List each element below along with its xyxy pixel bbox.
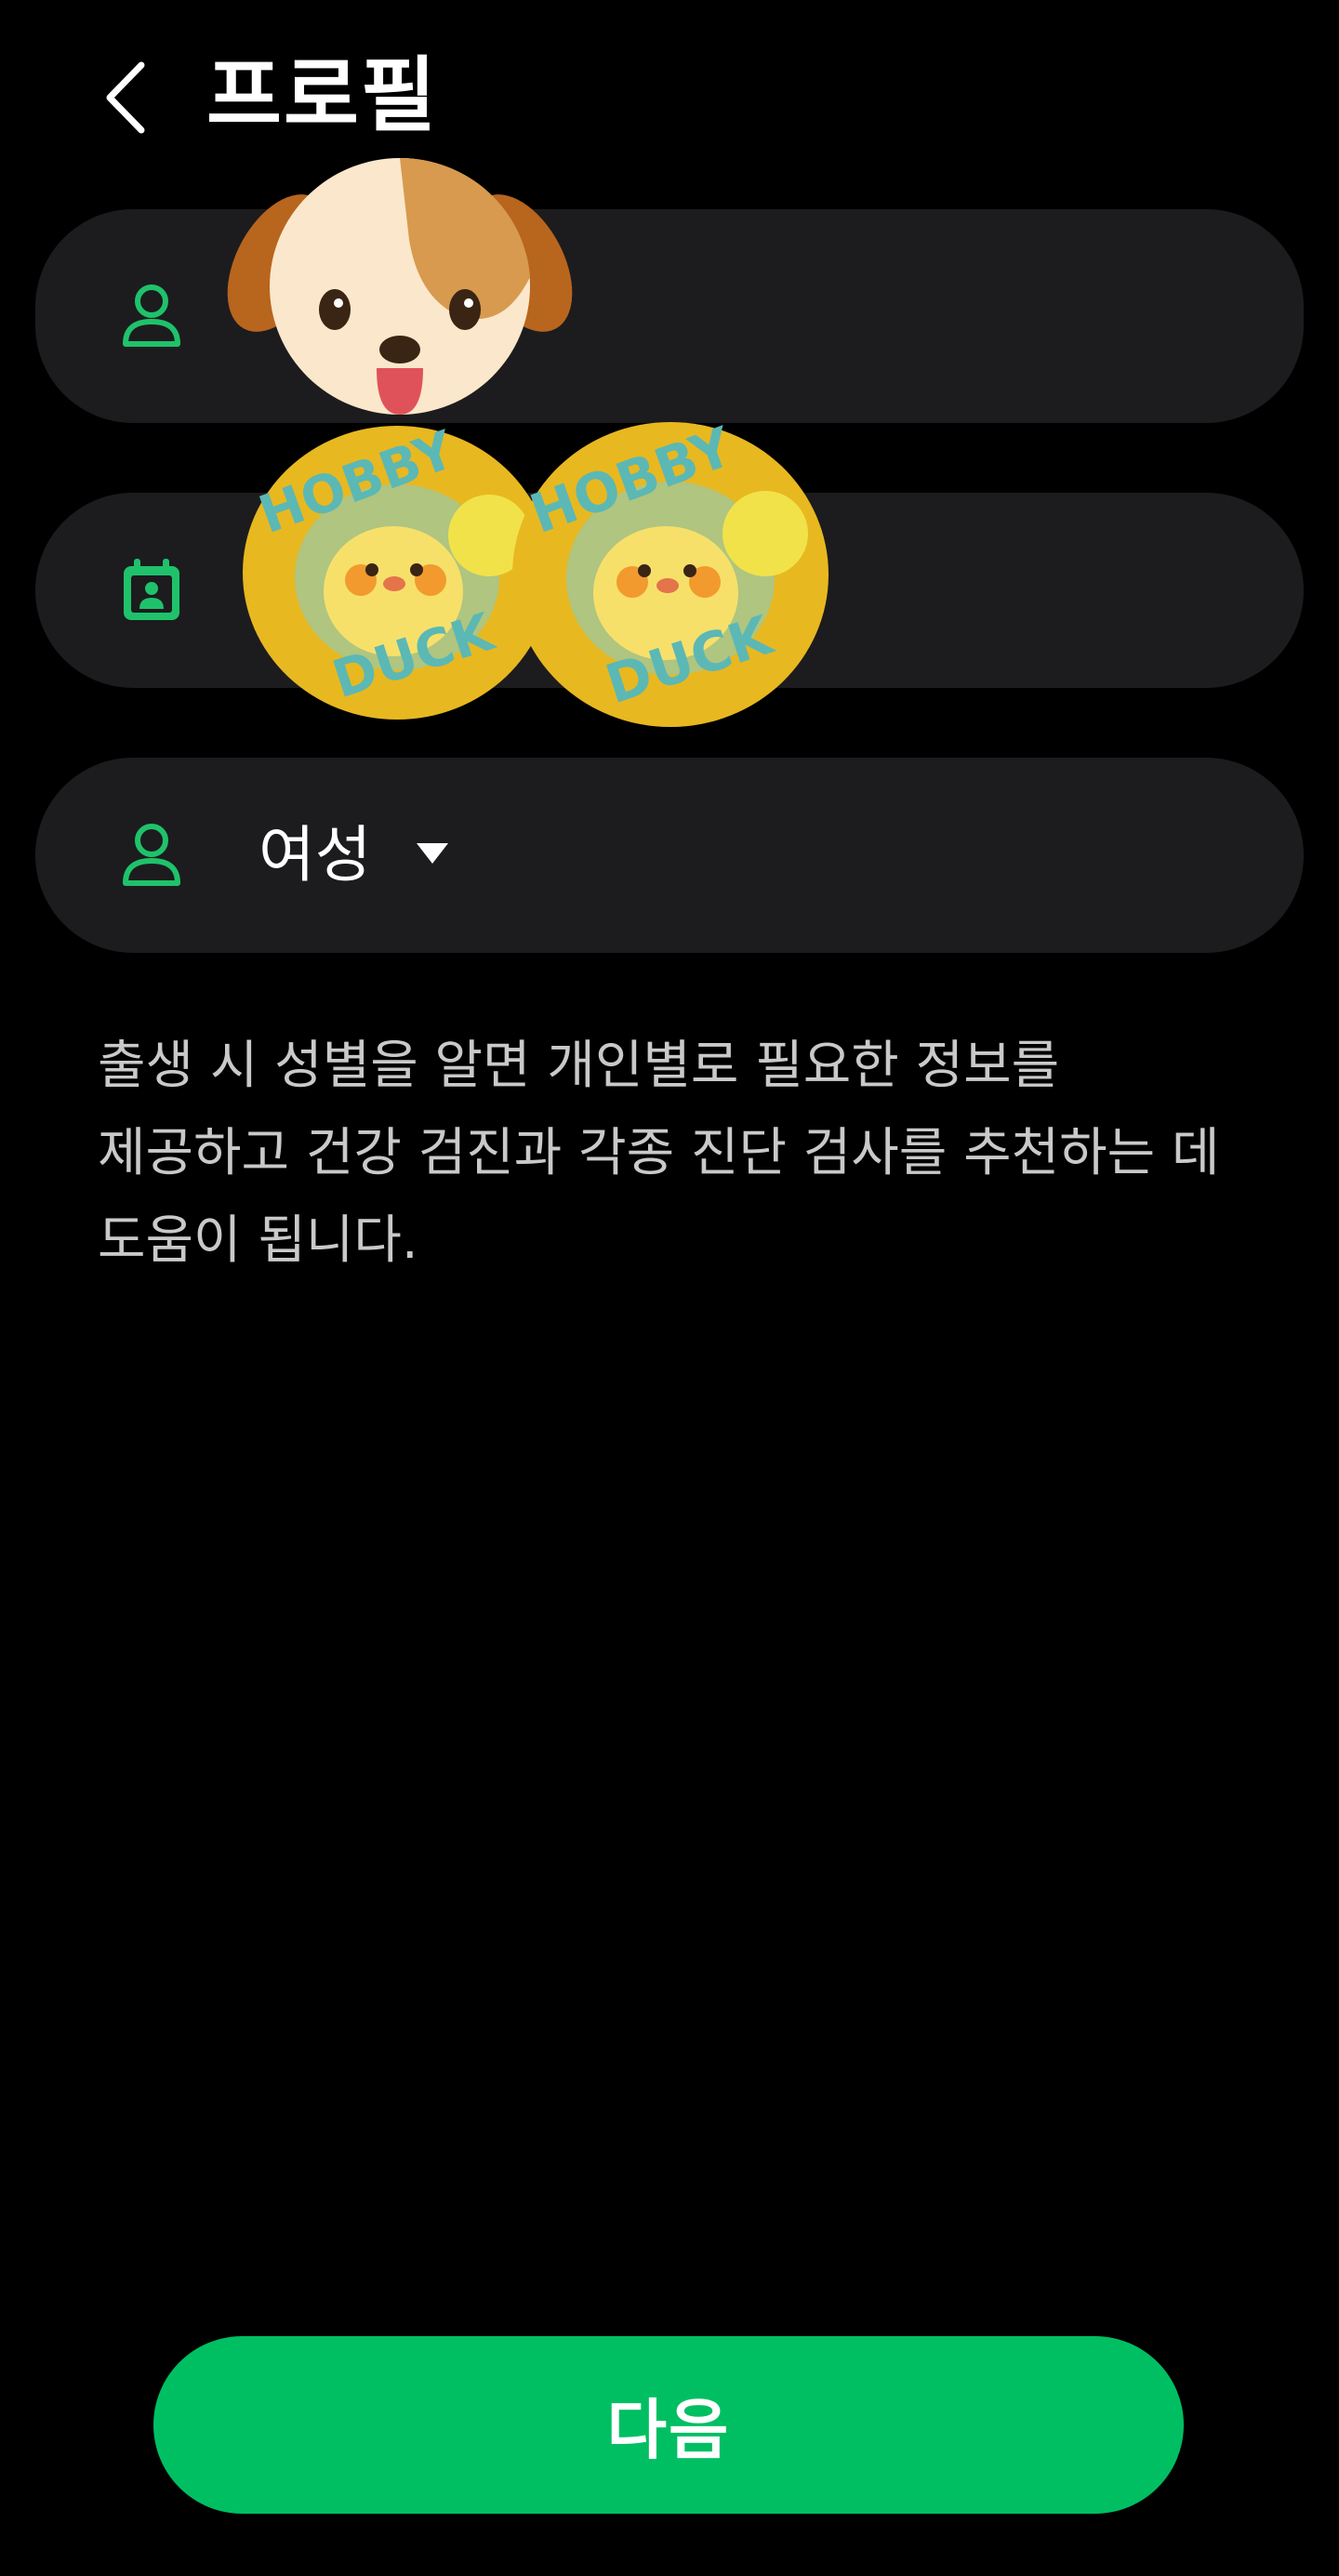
page-title: 프로필 — [206, 47, 438, 143]
next-button[interactable]: 다음 — [153, 2336, 1184, 2514]
person-icon — [123, 284, 180, 347]
calendar-person-icon — [124, 559, 179, 620]
gender-value: 여성 — [259, 819, 372, 891]
gender-field[interactable]: 여성 — [35, 758, 1304, 953]
caret-down-icon[interactable] — [417, 843, 448, 864]
chevron-left-icon — [106, 61, 145, 134]
dog-sticker — [227, 157, 573, 415]
description-line: 제공하고 건강 검진과 각종 진단 검사를 추천하는 데 — [98, 1123, 1220, 1183]
back-button[interactable] — [93, 56, 167, 139]
header: 프로필 — [0, 0, 1339, 195]
hobby-duck-sticker: HOBBY DUCK — [512, 420, 829, 727]
description-text: 출생 시 성별을 알면 개인별로 필요한 정보를 제공하고 건강 검진과 각종 … — [98, 1023, 1269, 1285]
next-button-label: 다음 — [606, 2392, 731, 2468]
person-icon — [123, 824, 180, 886]
description-line: 도움이 됩니다. — [98, 1210, 418, 1271]
description-line: 출생 시 성별을 알면 개인별로 필요한 정보를 — [98, 1036, 1060, 1096]
hobby-duck-sticker: HOBBY DUCK — [243, 424, 551, 720]
